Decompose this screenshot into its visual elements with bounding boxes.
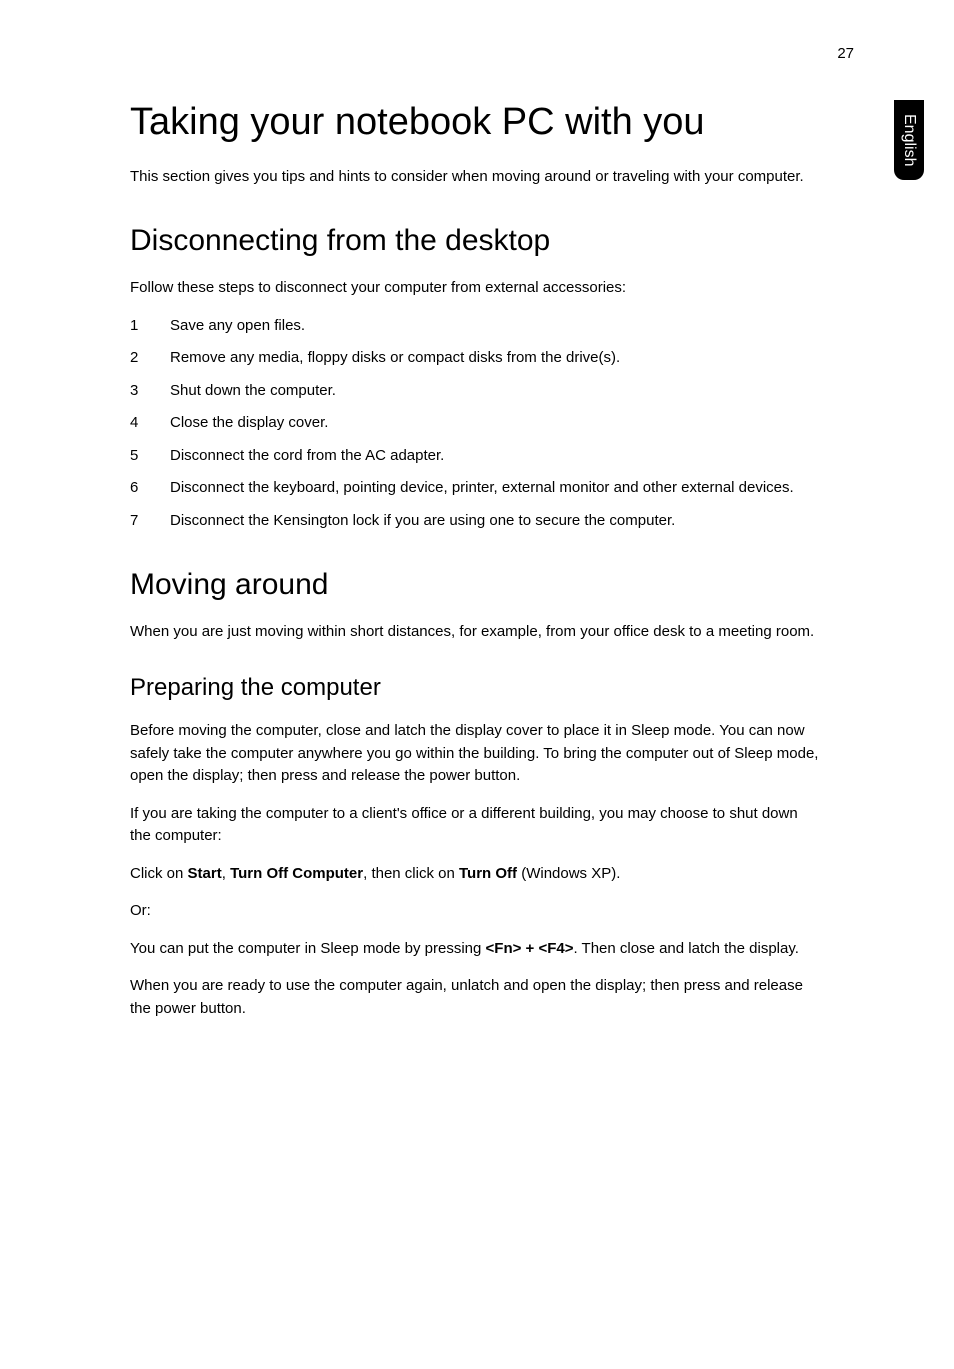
text-fragment: You can put the computer in Sleep mode b… — [130, 940, 486, 957]
step-number: 2 — [130, 347, 170, 370]
disconnect-steps-list: 1Save any open files. 2Remove any media,… — [130, 315, 820, 533]
body-text: When you are ready to use the computer a… — [130, 975, 820, 1020]
page-title: Taking your notebook PC with you — [130, 100, 820, 146]
step-number: 3 — [130, 380, 170, 403]
text-fragment: , then click on — [363, 865, 459, 882]
body-text: You can put the computer in Sleep mode b… — [130, 938, 820, 961]
list-item: 3Shut down the computer. — [130, 380, 820, 403]
step-text: Shut down the computer. — [170, 380, 820, 403]
bold-text: Turn Off — [459, 865, 517, 882]
body-text: Click on Start, Turn Off Computer, then … — [130, 863, 820, 886]
step-number: 7 — [130, 510, 170, 533]
text-fragment: , — [222, 865, 230, 882]
body-text: Or: — [130, 900, 820, 923]
subsection-heading-preparing: Preparing the computer — [130, 674, 820, 703]
section-heading-moving: Moving around — [130, 567, 820, 603]
page-number: 27 — [837, 45, 854, 62]
list-item: 5Disconnect the cord from the AC adapter… — [130, 445, 820, 468]
section1-intro: Follow these steps to disconnect your co… — [130, 277, 820, 300]
text-fragment: . Then close and latch the display. — [573, 940, 798, 957]
section-heading-disconnecting: Disconnecting from the desktop — [130, 223, 820, 259]
bold-text: <Fn> + <F4> — [486, 940, 574, 957]
step-number: 6 — [130, 477, 170, 500]
bold-text: Turn Off Computer — [230, 865, 363, 882]
list-item: 2Remove any media, floppy disks or compa… — [130, 347, 820, 370]
step-number: 1 — [130, 315, 170, 338]
text-fragment: Click on — [130, 865, 188, 882]
bold-text: Start — [188, 865, 222, 882]
step-text: Disconnect the keyboard, pointing device… — [170, 477, 820, 500]
section2-intro: When you are just moving within short di… — [130, 621, 820, 644]
list-item: 1Save any open files. — [130, 315, 820, 338]
step-text: Remove any media, floppy disks or compac… — [170, 347, 820, 370]
step-text: Disconnect the Kensington lock if you ar… — [170, 510, 820, 533]
intro-text: This section gives you tips and hints to… — [130, 166, 820, 189]
step-text: Save any open files. — [170, 315, 820, 338]
text-fragment: (Windows XP). — [517, 865, 620, 882]
step-number: 5 — [130, 445, 170, 468]
body-text: If you are taking the computer to a clie… — [130, 803, 820, 848]
page-content: Taking your notebook PC with you This se… — [130, 100, 820, 1035]
list-item: 7Disconnect the Kensington lock if you a… — [130, 510, 820, 533]
body-text: Before moving the computer, close and la… — [130, 720, 820, 788]
step-text: Close the display cover. — [170, 412, 820, 435]
language-tab: English — [894, 100, 924, 180]
step-text: Disconnect the cord from the AC adapter. — [170, 445, 820, 468]
list-item: 4Close the display cover. — [130, 412, 820, 435]
step-number: 4 — [130, 412, 170, 435]
list-item: 6Disconnect the keyboard, pointing devic… — [130, 477, 820, 500]
